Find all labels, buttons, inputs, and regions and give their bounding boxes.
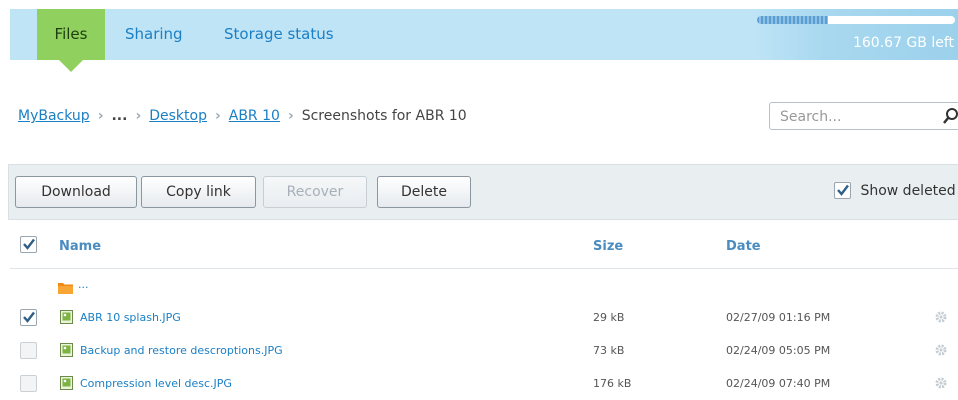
file-size: 73 kB — [593, 344, 625, 357]
file-size: 176 kB — [593, 377, 632, 390]
show-deleted-label: Show deleted — [860, 182, 956, 199]
recover-button[interactable]: Recover — [263, 176, 367, 208]
file-date: 02/24/09 07:40 PM — [726, 377, 831, 390]
file-date: 02/27/09 01:16 PM — [726, 311, 831, 324]
select-all-checkbox[interactable] — [20, 236, 37, 253]
breadcrumb-mybackup[interactable]: MyBackup — [18, 108, 90, 124]
column-header-name[interactable]: Name — [59, 239, 101, 254]
column-header-date[interactable]: Date — [726, 239, 761, 254]
breadcrumb: MyBackup ›... › Desktop › ABR 10 › Screenshots … — [18, 108, 467, 124]
breadcrumb-ellipsis[interactable]: ... — [111, 108, 127, 124]
parent-folder-row[interactable]: ... — [10, 272, 958, 304]
table-row[interactable]: Compression level desc.JPG 176 kB 02/24/… — [10, 368, 958, 400]
tab-files[interactable]: Files — [37, 9, 105, 72]
search-icon[interactable] — [942, 106, 958, 126]
table-row[interactable]: ABR 10 splash.JPG 29 kB 02/27/09 01:16 P… — [10, 302, 958, 334]
breadcrumb-abr10[interactable]: ABR 10 — [229, 108, 280, 124]
action-toolbar: Download Copy link Recover Delete Show d… — [8, 164, 958, 220]
image-file-icon — [60, 309, 73, 328]
show-deleted-checkbox[interactable] — [834, 182, 851, 199]
file-name-link[interactable]: ABR 10 splash.JPG — [80, 311, 181, 324]
file-size: 29 kB — [593, 311, 625, 324]
search-input[interactable] — [778, 104, 942, 130]
copy-link-button[interactable]: Copy link — [141, 176, 256, 208]
storage-progress-bar — [757, 16, 955, 24]
storage-left-text: 160.67 GB left — [852, 35, 954, 51]
breadcrumb-separator: › — [214, 108, 221, 124]
image-file-icon — [60, 342, 73, 361]
gear-icon[interactable] — [934, 309, 948, 328]
table-row[interactable]: Backup and restore descroptions.JPG 73 k… — [10, 335, 958, 367]
row-checkbox[interactable] — [20, 309, 37, 326]
breadcrumb-desktop[interactable]: Desktop — [149, 108, 207, 124]
row-checkbox[interactable] — [20, 375, 37, 392]
tab-storage-status[interactable]: Storage status — [224, 9, 334, 60]
gear-icon[interactable] — [934, 375, 948, 394]
tab-sharing[interactable]: Sharing — [125, 9, 183, 60]
breadcrumb-separator: › — [97, 108, 104, 124]
storage-progress-fill — [757, 16, 829, 24]
column-header-size[interactable]: Size — [593, 239, 623, 254]
row-checkbox[interactable] — [20, 342, 37, 359]
parent-folder-label[interactable]: ... — [78, 278, 89, 291]
gear-icon[interactable] — [934, 342, 948, 361]
show-deleted-toggle[interactable]: Show deleted — [834, 182, 956, 199]
breadcrumb-current: Screenshots for ABR 10 — [301, 108, 467, 124]
file-name-link[interactable]: Backup and restore descroptions.JPG — [80, 344, 283, 357]
file-date: 02/24/09 05:05 PM — [726, 344, 831, 357]
breadcrumb-separator: › — [135, 108, 142, 124]
folder-icon — [58, 279, 73, 298]
image-file-icon — [60, 375, 73, 394]
file-name-link[interactable]: Compression level desc.JPG — [80, 377, 232, 390]
table-header: Name Size Date — [10, 230, 958, 269]
download-button[interactable]: Download — [15, 176, 137, 208]
breadcrumb-separator: › — [287, 108, 294, 124]
delete-button[interactable]: Delete — [377, 176, 471, 208]
search-box — [769, 102, 958, 130]
